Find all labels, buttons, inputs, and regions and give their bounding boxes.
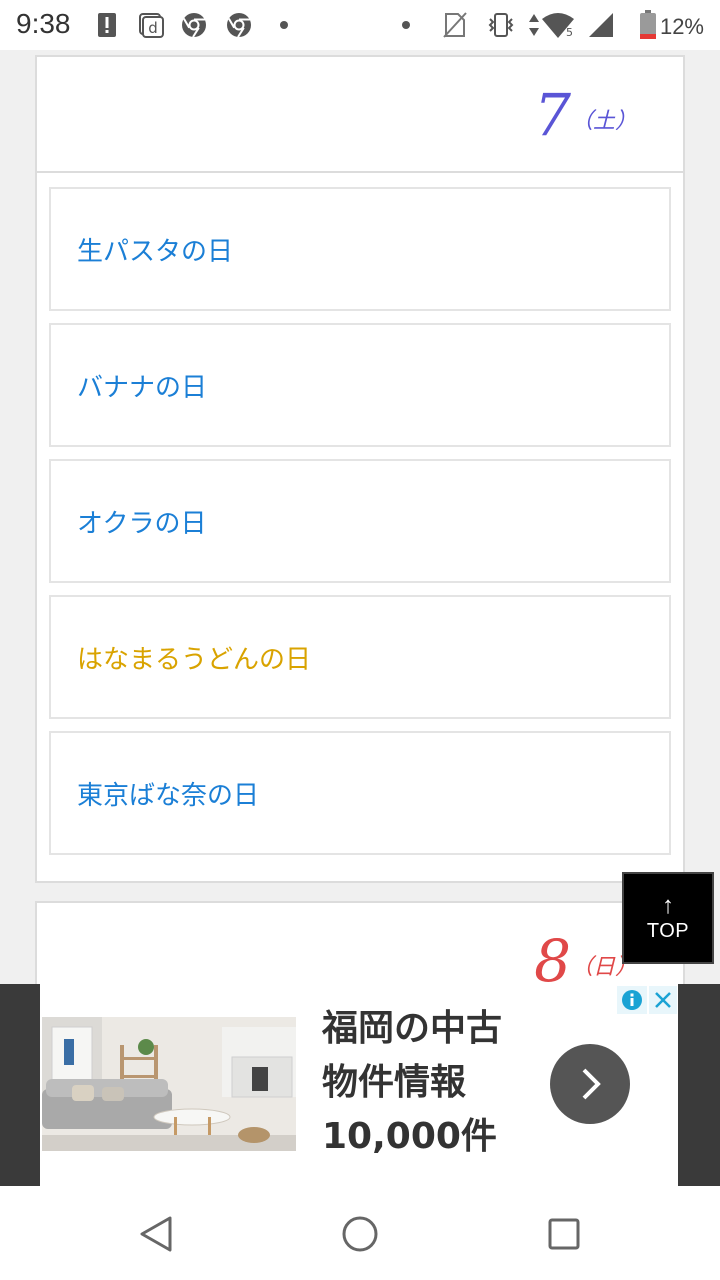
event-item[interactable]: 生パスタの日 (49, 187, 671, 311)
data-arrows-icon (527, 11, 541, 39)
clock: 9:38 (16, 8, 71, 39)
svg-text:5: 5 (566, 26, 573, 39)
home-icon[interactable] (336, 1210, 384, 1258)
calendar-content[interactable]: 7 （土） 生パスタの日 バナナの日 オクラの日 はなまるうどんの日 東京ばな奈… (0, 50, 720, 984)
day-number: 7 (534, 81, 571, 149)
svg-text:d: d (148, 19, 158, 37)
event-item[interactable]: バナナの日 (49, 323, 671, 447)
event-item[interactable]: はなまるうどんの日 (49, 595, 671, 719)
battery-percent: 12% (659, 14, 704, 39)
status-bar: 9:38 d 5 12% (0, 0, 720, 50)
wifi-icon: 5 (540, 11, 576, 39)
ad-line: 10,000件 (322, 1116, 497, 1157)
chrome-icon (225, 11, 253, 39)
living-room-photo[interactable] (42, 1017, 296, 1151)
vibrate-icon (486, 11, 516, 39)
ad-headline[interactable]: 福岡の中古 物件情報 10,000件 (322, 1002, 502, 1164)
event-item[interactable]: オクラの日 (49, 459, 671, 583)
ad-next-button[interactable] (550, 1044, 630, 1124)
dot-icon (278, 11, 290, 39)
ad-close-icon[interactable] (649, 986, 677, 1014)
day-header: 8 （日） (37, 903, 683, 984)
day-weekday: （土） (570, 109, 637, 134)
day-number: 8 (534, 927, 571, 984)
arrow-up-icon: ↑ (662, 892, 674, 919)
chrome-icon (180, 11, 208, 39)
navigation-bar (0, 1186, 720, 1280)
day-card-8: 8 （日） (35, 901, 685, 984)
chevron-right-icon (582, 1068, 601, 1100)
event-link[interactable]: 生パスタの日 (77, 231, 233, 268)
event-link[interactable]: バナナの日 (77, 367, 207, 404)
scroll-to-top-button[interactable]: ↑ TOP (622, 872, 714, 964)
ad-line: 物件情報 (322, 1062, 467, 1103)
event-list: 生パスタの日 バナナの日 オクラの日 はなまるうどんの日 東京ばな奈の日 (37, 173, 683, 881)
event-item[interactable]: 東京ばな奈の日 (49, 731, 671, 855)
event-link[interactable]: オクラの日 (77, 503, 206, 540)
battery-icon (638, 10, 658, 39)
event-link[interactable]: 東京ばな奈の日 (77, 775, 259, 812)
signal-icon (586, 11, 616, 39)
event-link[interactable]: はなまるうどんの日 (77, 639, 311, 676)
ad-banner[interactable]: 福岡の中古 物件情報 10,000件 (0, 984, 720, 1186)
day-card-7: 7 （土） 生パスタの日 バナナの日 オクラの日 はなまるうどんの日 東京ばな奈… (35, 55, 685, 883)
docomo-d-icon: d (138, 11, 164, 39)
dot-icon (400, 11, 412, 39)
no-sim-icon (440, 11, 470, 39)
ad-info-icon[interactable] (617, 986, 647, 1014)
ad-line: 福岡の中古 (322, 1008, 503, 1049)
top-label: TOP (646, 920, 690, 942)
back-icon[interactable] (132, 1210, 180, 1258)
recents-icon[interactable] (540, 1210, 588, 1258)
alert-icon (96, 11, 118, 39)
ad-content[interactable]: 福岡の中古 物件情報 10,000件 (40, 984, 678, 1186)
day-header: 7 （土） (37, 57, 683, 173)
